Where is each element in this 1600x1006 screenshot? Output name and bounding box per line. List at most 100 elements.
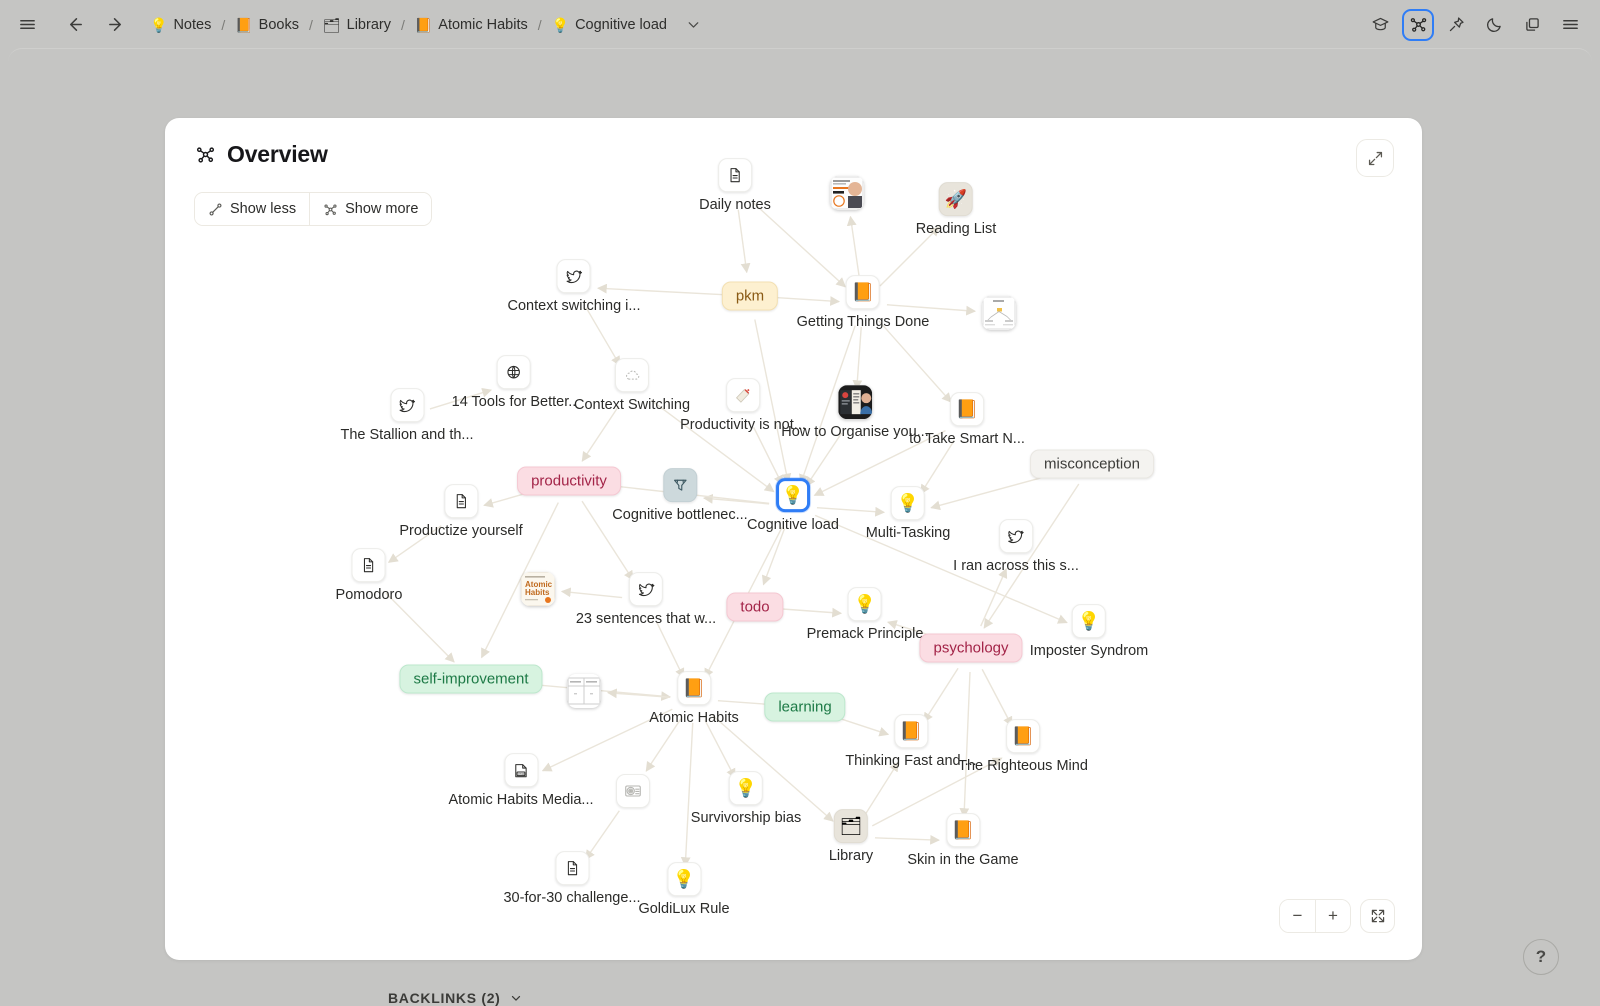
graph-node-take-smart-notes[interactable]: 📙to Take Smart N... <box>909 392 1025 448</box>
graph-node-icon-📙: 📙 <box>946 813 980 847</box>
copy-layers-icon[interactable] <box>1516 9 1548 41</box>
graph-view-icon[interactable] <box>1402 9 1434 41</box>
graph-node-pomodoro[interactable]: Pomodoro <box>336 548 403 604</box>
graph-node-icon-thumb-table <box>567 674 601 708</box>
graph-tag-misconception[interactable]: misconception <box>1030 450 1154 479</box>
graph-node-icon-💡: 💡 <box>667 862 701 896</box>
graph-node-icon-twitter <box>557 259 591 293</box>
book-icon: 📙 <box>415 18 432 32</box>
zoom-button-pair: − + <box>1279 899 1351 933</box>
graph-edge <box>753 202 846 287</box>
graph-node-reading-list[interactable]: 🚀 Reading List <box>916 182 997 238</box>
graph-node-productize-yourself[interactable]: Productize yourself <box>399 484 522 540</box>
graduation-cap-icon[interactable] <box>1364 9 1396 41</box>
graph-node-icon-📙: 📙 <box>950 392 984 426</box>
chevron-down-icon[interactable] <box>685 16 702 33</box>
graph-node-daily-notes[interactable]: Daily notes <box>699 158 771 214</box>
graph-node-audio-note[interactable] <box>616 774 650 808</box>
graph-tag-label: productivity <box>531 473 607 490</box>
graph-node-skin-in-the-game[interactable]: 📙 Skin in the Game <box>907 813 1018 869</box>
graph-node-label: Atomic Habits Media... <box>448 792 593 809</box>
graph-node-deep-work-cover[interactable] <box>830 176 864 210</box>
backlinks-section[interactable]: BACKLINKS (2) <box>388 990 523 1006</box>
graph-node-label: Cognitive bottlenec... <box>612 507 747 524</box>
graph-tag-label: todo <box>740 599 769 616</box>
graph-tag-label: pkm <box>736 288 764 305</box>
breadcrumb-item-library[interactable]: 🗂 Library <box>323 17 391 33</box>
breadcrumb-item-cognitive-load[interactable]: 💡 Cognitive load <box>552 17 667 33</box>
graph-node-note-table-thumb[interactable] <box>567 674 601 708</box>
fit-to-screen-icon[interactable] <box>1360 899 1395 933</box>
graph-node-context-switching-i[interactable]: Context switching i... <box>508 259 641 315</box>
graph-node-righteous-mind[interactable]: 📙The Righteous Mind <box>958 719 1088 775</box>
graph-node-cognitive-load[interactable]: 💡Cognitive load <box>747 478 839 534</box>
graph-node-icon-document <box>444 484 478 518</box>
graph-node-i-ran-across[interactable]: I ran across this s... <box>953 519 1079 575</box>
hamburger-icon[interactable] <box>10 8 44 42</box>
graph-node-label: Reading List <box>916 221 997 238</box>
graph-node-atomic-habits-cover[interactable]: AtomicHabits <box>521 572 555 606</box>
graph-node-icon-💡: 💡 <box>729 771 763 805</box>
graph-node-getting-things-done[interactable]: 📙Getting Things Done <box>797 275 930 331</box>
graph-tag-psychology[interactable]: psychology <box>919 634 1022 663</box>
card-index-dividers-icon: 🗂 <box>323 18 341 32</box>
graph-node-label: Imposter Syndrom <box>1030 643 1148 660</box>
graph-node-how-to-organise[interactable]: How to Organise you... <box>781 385 929 441</box>
zoom-out-button[interactable]: − <box>1280 900 1315 932</box>
breadcrumb-separator: / <box>538 17 542 33</box>
pin-icon[interactable] <box>1440 9 1472 41</box>
breadcrumb: 💡 Notes / 📙 Books / 🗂 Library / 📙 Atomic… <box>150 8 702 42</box>
graph-node-30-for-30[interactable]: 30-for-30 challenge... <box>503 851 640 907</box>
graph-node-atomic-habits-media[interactable]: PDF Atomic Habits Media... <box>448 753 593 809</box>
graph-node-mindmap-thumb[interactable] <box>982 296 1016 330</box>
graph-node-icon-thumb-book-cover <box>830 176 864 210</box>
zoom-in-button[interactable]: + <box>1315 900 1350 932</box>
graph-node-cognitive-bottleneck[interactable]: Cognitive bottlenec... <box>612 468 747 524</box>
graph-tag-pkm[interactable]: pkm <box>722 282 778 311</box>
svg-text:PDF: PDF <box>518 771 524 775</box>
breadcrumb-separator: / <box>309 17 313 33</box>
graph-node-icon-twitter <box>999 519 1033 553</box>
graph-edge <box>982 669 1012 726</box>
graph-tag-learning[interactable]: learning <box>764 693 845 722</box>
graph-node-icon-funnel <box>663 468 697 502</box>
graph-node-icon-🚀: 🚀 <box>939 182 973 216</box>
graph-tag-productivity[interactable]: productivity <box>517 467 621 496</box>
graph-node-survivorship-bias[interactable]: 💡 Survivorship bias <box>691 771 801 827</box>
graph-node-imposter-syndrome[interactable]: 💡Imposter Syndrom <box>1030 604 1148 660</box>
moon-icon[interactable] <box>1478 9 1510 41</box>
graph-node-premack-principle[interactable]: 💡Premack Principle <box>807 587 924 643</box>
graph-node-icon-thumb-atomic: AtomicHabits <box>521 572 555 606</box>
graph-node-goldilux-rule[interactable]: 💡GoldiLux Rule <box>638 862 729 918</box>
graph-node-23-sentences[interactable]: 23 sentences that w... <box>576 572 716 628</box>
graph-node-library[interactable]: 🗂Library <box>829 809 873 865</box>
graph-overview-card: Overview Show less <box>165 118 1422 960</box>
breadcrumb-item-atomic-habits[interactable]: 📙 Atomic Habits <box>415 17 528 33</box>
graph-node-label: Skin in the Game <box>907 852 1018 869</box>
graph-node-label: Library <box>829 848 873 865</box>
graph-node-context-switching[interactable]: Context Switching <box>574 358 690 414</box>
graph-edge <box>981 569 1006 626</box>
graph-edge <box>705 720 735 777</box>
graph-canvas[interactable]: Daily notes 🚀 Reading List Context switchin… <box>165 118 1422 960</box>
graph-node-label: How to Organise you... <box>781 424 929 441</box>
graph-node-atomic-habits[interactable]: 📙Atomic Habits <box>649 671 738 727</box>
graph-node-thinking-fast-slow[interactable]: 📙Thinking Fast and ... <box>845 714 976 770</box>
arrow-left-icon[interactable] <box>58 8 92 42</box>
graph-node-icon-twitter <box>390 388 424 422</box>
help-button[interactable]: ? <box>1523 939 1559 975</box>
graph-tag-self-improvement[interactable]: self-improvement <box>399 665 542 694</box>
graph-node-multi-tasking[interactable]: 💡Multi-Tasking <box>866 486 951 542</box>
graph-node-label: Productize yourself <box>399 523 522 540</box>
graph-tag-todo[interactable]: todo <box>726 593 783 622</box>
breadcrumb-separator: / <box>221 17 225 33</box>
arrow-right-icon[interactable] <box>98 8 132 42</box>
breadcrumb-item-books[interactable]: 📙 Books <box>235 17 299 33</box>
graph-node-label: Atomic Habits <box>649 710 738 727</box>
graph-node-label: The Righteous Mind <box>958 758 1088 775</box>
hamburger-icon[interactable] <box>1554 9 1586 41</box>
breadcrumb-item-notes[interactable]: 💡 Notes <box>150 17 211 33</box>
graph-node-the-stallion[interactable]: The Stallion and th... <box>341 388 474 444</box>
graph-node-label: Survivorship bias <box>691 810 801 827</box>
content-window: Overview Show less <box>8 48 1592 1000</box>
